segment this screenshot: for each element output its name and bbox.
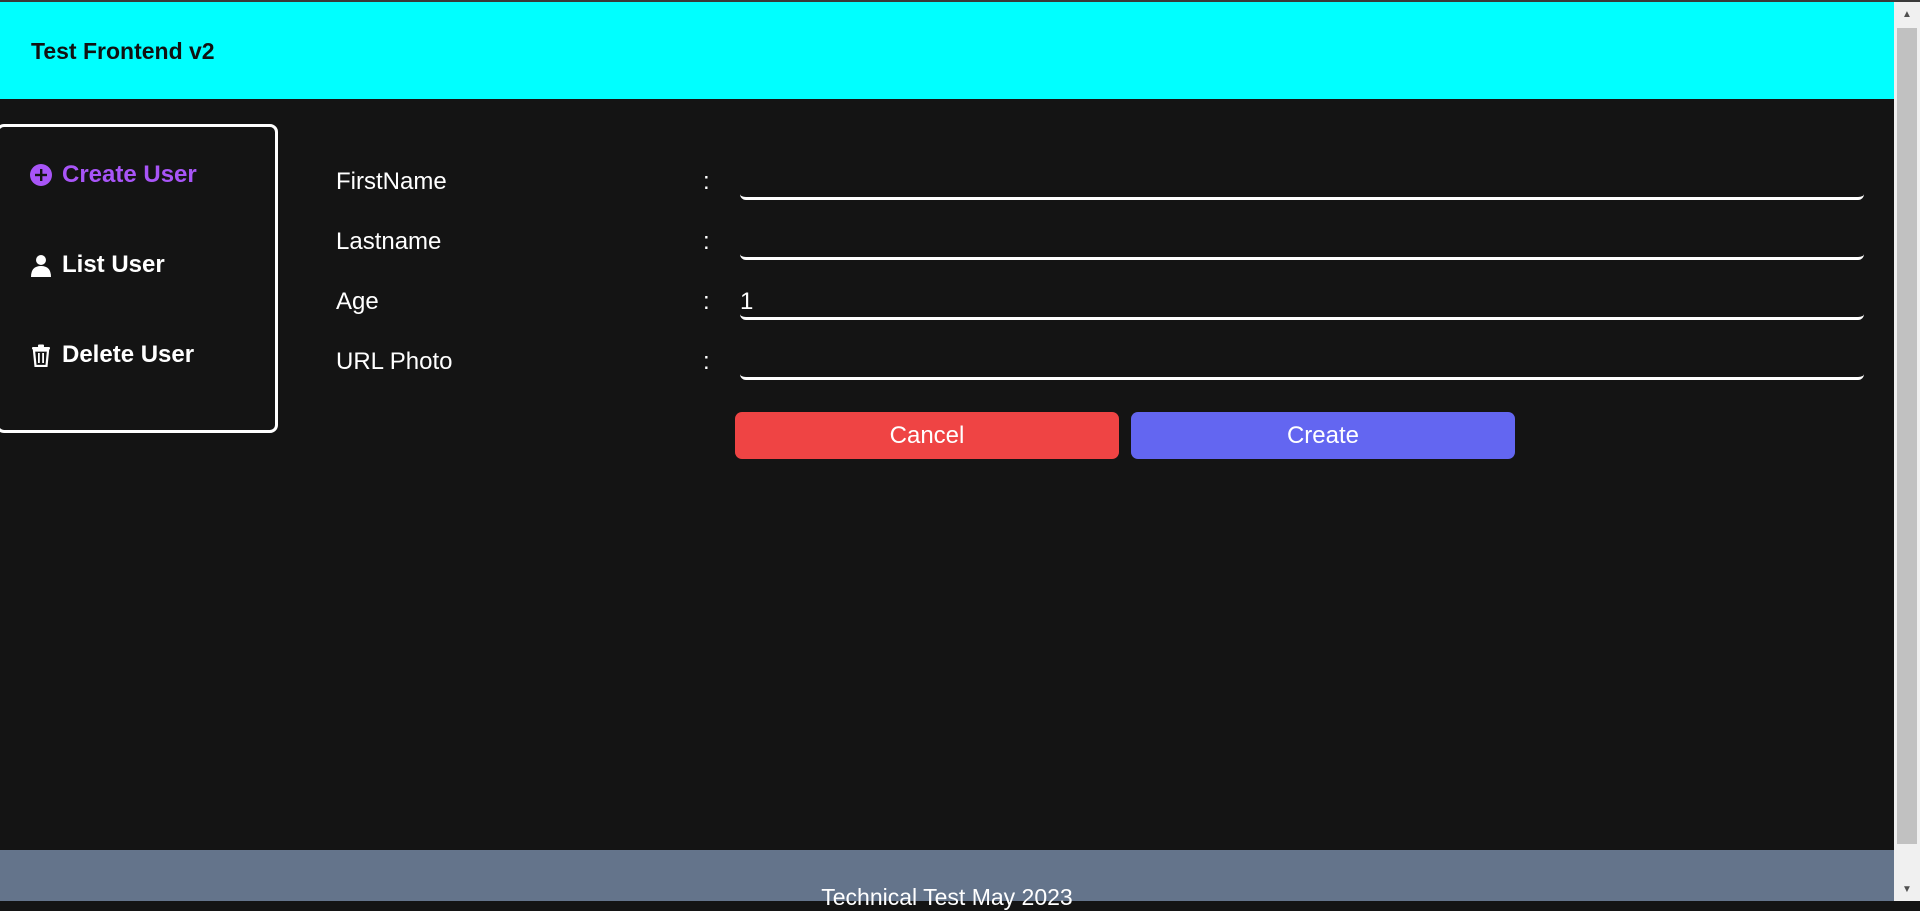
plus-circle-icon: [29, 163, 53, 187]
field-separator: :: [703, 348, 710, 375]
age-label: Age: [336, 288, 379, 315]
sidebar-item-label: Create User: [62, 161, 197, 188]
footer-text: Technical Test May 2023: [821, 884, 1073, 910]
create-button[interactable]: Create: [1131, 412, 1515, 459]
scroll-down-arrow-icon[interactable]: ▼: [1894, 879, 1920, 899]
firstname-label: FirstName: [336, 168, 447, 195]
field-separator: :: [703, 288, 710, 315]
sidebar: Create User List User Delete User: [0, 124, 278, 433]
url-photo-input[interactable]: [740, 346, 1864, 380]
field-separator: :: [703, 168, 710, 195]
scroll-up-arrow-icon[interactable]: ▲: [1894, 4, 1920, 24]
cancel-button[interactable]: Cancel: [735, 412, 1119, 459]
app-header: Test Frontend v2: [0, 2, 1894, 99]
sidebar-item-list-user[interactable]: List User: [29, 251, 165, 279]
firstname-input[interactable]: [740, 166, 1864, 200]
user-icon: [29, 253, 53, 277]
sidebar-item-label: Delete User: [62, 341, 195, 368]
app-title: Test Frontend v2: [31, 38, 215, 64]
url-photo-label: URL Photo: [336, 348, 453, 375]
sidebar-item-label: List User: [62, 251, 165, 278]
age-input[interactable]: [740, 286, 1864, 320]
sidebar-item-delete-user[interactable]: Delete User: [29, 341, 194, 369]
scrollbar-thumb[interactable]: [1897, 28, 1917, 844]
footer: Technical Test May 2023: [0, 850, 1894, 910]
field-separator: :: [703, 228, 710, 255]
lastname-label: Lastname: [336, 228, 442, 255]
sidebar-item-create-user[interactable]: Create User: [29, 161, 197, 189]
trash-icon: [29, 343, 53, 367]
vertical-scrollbar[interactable]: ▲ ▼: [1894, 2, 1920, 901]
lastname-input[interactable]: [740, 226, 1864, 260]
